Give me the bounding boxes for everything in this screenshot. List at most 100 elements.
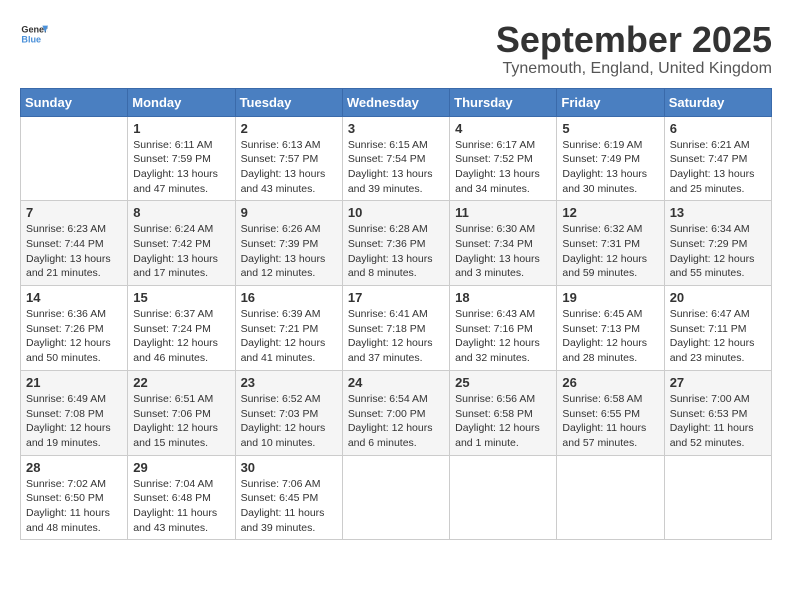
day-info: Sunrise: 6:49 AM Sunset: 7:08 PM Dayligh… [26,392,122,451]
calendar-cell: 18 Sunrise: 6:43 AM Sunset: 7:16 PM Dayli… [450,286,557,371]
calendar-cell: 2 Sunrise: 6:13 AM Sunset: 7:57 PM Daylig… [235,116,342,201]
calendar-cell: 12 Sunrise: 6:32 AM Sunset: 7:31 PM Dayli… [557,201,664,286]
calendar-cell: 30Sunrise: 7:06 AM Sunset: 6:45 PM Dayli… [235,455,342,540]
logo: General Blue [20,20,48,48]
calendar-cell: 26Sunrise: 6:58 AM Sunset: 6:55 PM Dayli… [557,370,664,455]
calendar-cell: 7Sunrise: 6:23 AM Sunset: 7:44 PM Daylig… [21,201,128,286]
month-title: September 2025 [496,20,772,60]
calendar-cell: 15Sunrise: 6:37 AM Sunset: 7:24 PM Dayli… [128,286,235,371]
day-info: Sunrise: 7:02 AM Sunset: 6:50 PM Dayligh… [26,477,122,536]
day-number: 23 [241,375,337,390]
day-info: Sunrise: 6:34 AM Sunset: 7:29 PM Dayligh… [670,222,766,281]
calendar-cell [557,455,664,540]
day-number: 17 [348,290,444,305]
day-number: 30 [241,460,337,475]
day-number: 18 [455,290,551,305]
day-number: 21 [26,375,122,390]
calendar-week-row: 7Sunrise: 6:23 AM Sunset: 7:44 PM Daylig… [21,201,772,286]
day-number: 7 [26,205,122,220]
calendar-cell: 17Sunrise: 6:41 AM Sunset: 7:18 PM Dayli… [342,286,449,371]
calendar-cell [21,116,128,201]
day-info: Sunrise: 6:11 AM Sunset: 7:59 PM Dayligh… [133,138,229,197]
day-number: 4 [455,121,551,136]
calendar-cell: 28Sunrise: 7:02 AM Sunset: 6:50 PM Dayli… [21,455,128,540]
calendar-week-row: 1 Sunrise: 6:11 AM Sunset: 7:59 PM Daylig… [21,116,772,201]
location-subtitle: Tynemouth, England, United Kingdom [496,60,772,78]
day-number: 12 [562,205,658,220]
day-number: 13 [670,205,766,220]
day-number: 22 [133,375,229,390]
day-number: 19 [562,290,658,305]
calendar-cell: 22 Sunrise: 6:51 AM Sunset: 7:06 PM Dayli… [128,370,235,455]
day-info: Sunrise: 6:36 AM Sunset: 7:26 PM Dayligh… [26,307,122,366]
page-header: General Blue September 2025 Tynemouth, E… [20,20,772,78]
calendar-week-row: 28Sunrise: 7:02 AM Sunset: 6:50 PM Dayli… [21,455,772,540]
calendar-cell: 27 Sunrise: 7:00 AM Sunset: 6:53 PM Dayli… [664,370,771,455]
day-number: 8 [133,205,229,220]
day-number: 3 [348,121,444,136]
day-info: Sunrise: 7:00 AM Sunset: 6:53 PM Dayligh… [670,392,766,451]
col-header-friday: Friday [557,88,664,116]
day-number: 9 [241,205,337,220]
calendar-cell [664,455,771,540]
day-number: 14 [26,290,122,305]
day-number: 16 [241,290,337,305]
day-number: 5 [562,121,658,136]
header-row: SundayMondayTuesdayWednesdayThursdayFrid… [21,88,772,116]
calendar-cell [342,455,449,540]
calendar-cell: 25 Sunrise: 6:56 AM Sunset: 6:58 PM Dayli… [450,370,557,455]
day-info: Sunrise: 6:24 AM Sunset: 7:42 PM Dayligh… [133,222,229,281]
calendar-cell: 6Sunrise: 6:21 AM Sunset: 7:47 PM Daylig… [664,116,771,201]
col-header-monday: Monday [128,88,235,116]
calendar-cell: 13 Sunrise: 6:34 AM Sunset: 7:29 PM Dayli… [664,201,771,286]
calendar-cell: 3 Sunrise: 6:15 AM Sunset: 7:54 PM Daylig… [342,116,449,201]
day-number: 24 [348,375,444,390]
day-number: 25 [455,375,551,390]
calendar-cell: 20Sunrise: 6:47 AM Sunset: 7:11 PM Dayli… [664,286,771,371]
calendar-cell: 9 Sunrise: 6:26 AM Sunset: 7:39 PM Daylig… [235,201,342,286]
day-info: Sunrise: 6:26 AM Sunset: 7:39 PM Dayligh… [241,222,337,281]
calendar-cell: 23 Sunrise: 6:52 AM Sunset: 7:03 PM Dayli… [235,370,342,455]
calendar-week-row: 21 Sunrise: 6:49 AM Sunset: 7:08 PM Dayli… [21,370,772,455]
day-info: Sunrise: 6:13 AM Sunset: 7:57 PM Dayligh… [241,138,337,197]
calendar-cell: 11 Sunrise: 6:30 AM Sunset: 7:34 PM Dayli… [450,201,557,286]
day-info: Sunrise: 6:47 AM Sunset: 7:11 PM Dayligh… [670,307,766,366]
day-info: Sunrise: 6:43 AM Sunset: 7:16 PM Dayligh… [455,307,551,366]
col-header-sunday: Sunday [21,88,128,116]
svg-text:Blue: Blue [21,34,41,44]
title-block: September 2025 Tynemouth, England, Unite… [496,20,772,78]
day-number: 11 [455,205,551,220]
day-info: Sunrise: 6:28 AM Sunset: 7:36 PM Dayligh… [348,222,444,281]
day-info: Sunrise: 6:30 AM Sunset: 7:34 PM Dayligh… [455,222,551,281]
col-header-thursday: Thursday [450,88,557,116]
calendar-cell: 21 Sunrise: 6:49 AM Sunset: 7:08 PM Dayli… [21,370,128,455]
day-info: Sunrise: 7:04 AM Sunset: 6:48 PM Dayligh… [133,477,229,536]
day-number: 6 [670,121,766,136]
col-header-saturday: Saturday [664,88,771,116]
day-number: 27 [670,375,766,390]
day-info: Sunrise: 6:52 AM Sunset: 7:03 PM Dayligh… [241,392,337,451]
day-info: Sunrise: 6:45 AM Sunset: 7:13 PM Dayligh… [562,307,658,366]
day-info: Sunrise: 6:15 AM Sunset: 7:54 PM Dayligh… [348,138,444,197]
calendar-table: SundayMondayTuesdayWednesdayThursdayFrid… [20,88,772,541]
day-info: Sunrise: 6:58 AM Sunset: 6:55 PM Dayligh… [562,392,658,451]
col-header-tuesday: Tuesday [235,88,342,116]
day-info: Sunrise: 6:56 AM Sunset: 6:58 PM Dayligh… [455,392,551,451]
day-info: Sunrise: 6:39 AM Sunset: 7:21 PM Dayligh… [241,307,337,366]
day-number: 2 [241,121,337,136]
day-info: Sunrise: 6:54 AM Sunset: 7:00 PM Dayligh… [348,392,444,451]
calendar-cell: 24 Sunrise: 6:54 AM Sunset: 7:00 PM Dayli… [342,370,449,455]
day-info: Sunrise: 6:19 AM Sunset: 7:49 PM Dayligh… [562,138,658,197]
calendar-cell: 19 Sunrise: 6:45 AM Sunset: 7:13 PM Dayli… [557,286,664,371]
calendar-cell: 5 Sunrise: 6:19 AM Sunset: 7:49 PM Daylig… [557,116,664,201]
day-number: 1 [133,121,229,136]
day-info: Sunrise: 6:17 AM Sunset: 7:52 PM Dayligh… [455,138,551,197]
logo-icon: General Blue [20,20,48,48]
day-info: Sunrise: 6:51 AM Sunset: 7:06 PM Dayligh… [133,392,229,451]
calendar-cell: 14 Sunrise: 6:36 AM Sunset: 7:26 PM Dayli… [21,286,128,371]
calendar-cell: 16 Sunrise: 6:39 AM Sunset: 7:21 PM Dayli… [235,286,342,371]
calendar-cell: 4 Sunrise: 6:17 AM Sunset: 7:52 PM Daylig… [450,116,557,201]
day-number: 10 [348,205,444,220]
day-info: Sunrise: 6:37 AM Sunset: 7:24 PM Dayligh… [133,307,229,366]
day-info: Sunrise: 6:32 AM Sunset: 7:31 PM Dayligh… [562,222,658,281]
